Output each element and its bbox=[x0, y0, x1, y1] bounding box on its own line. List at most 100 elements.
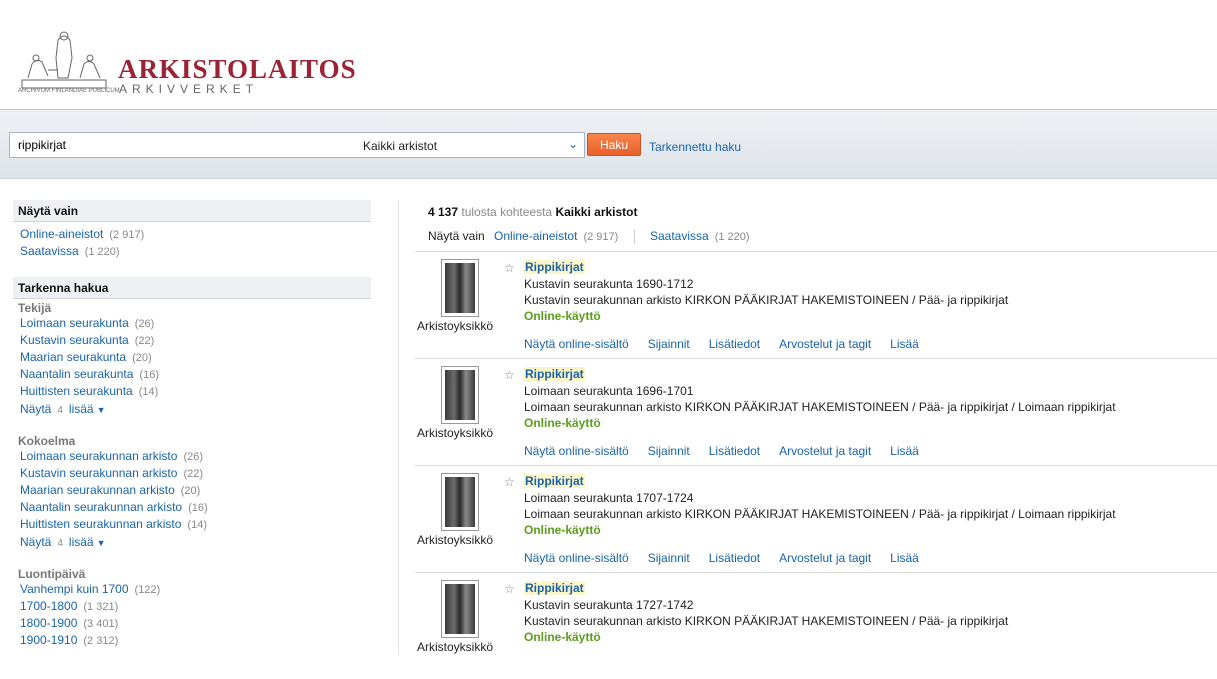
facet-item[interactable]: Maarian seurakunta (20) bbox=[13, 349, 371, 366]
action-details[interactable]: Lisätiedot bbox=[709, 444, 760, 458]
facet-label[interactable]: Maarian seurakunnan arkisto bbox=[20, 483, 175, 497]
action-more[interactable]: Lisää bbox=[890, 337, 919, 351]
result-type: Arkistoyksikkö bbox=[417, 533, 494, 547]
archive-scope-value: Kaikki arkistot bbox=[363, 139, 438, 153]
result-creator: Loimaan seurakunta 1696-1701 bbox=[524, 384, 694, 398]
action-show-online[interactable]: Näytä online-sisältö bbox=[524, 444, 629, 458]
action-locations[interactable]: Sijainnit bbox=[648, 337, 690, 351]
facet-label[interactable]: Maarian seurakunta bbox=[20, 350, 126, 364]
result-thumbnail[interactable] bbox=[441, 580, 479, 638]
facet-item[interactable]: Huittisten seurakunnan arkisto (14) bbox=[13, 516, 371, 533]
filter-online[interactable]: Online-aineistot bbox=[494, 229, 577, 243]
facet-label[interactable]: Loimaan seurakunnan arkisto bbox=[20, 449, 177, 463]
star-icon[interactable]: ☆ bbox=[504, 582, 515, 596]
action-more[interactable]: Lisää bbox=[890, 444, 919, 458]
result-thumbnail[interactable] bbox=[441, 259, 479, 317]
filter-count: (2 917) bbox=[583, 231, 619, 243]
search-button[interactable]: Haku bbox=[587, 133, 641, 156]
result-scope: Kaikki arkistot bbox=[555, 205, 638, 219]
facet-item[interactable]: Kustavin seurakunta (22) bbox=[13, 332, 371, 349]
chevron-down-icon[interactable]: ▼ bbox=[97, 405, 106, 415]
action-more[interactable]: Lisää bbox=[890, 551, 919, 565]
result-path: Kustavin seurakunnan arkisto KIRKON PÄÄK… bbox=[524, 293, 1009, 307]
result-creator: Loimaan seurakunta 1707-1724 bbox=[524, 491, 694, 505]
facet-item[interactable]: Vanhempi kuin 1700 (122) bbox=[13, 581, 371, 598]
facet-item[interactable]: Naantalin seurakunta (16) bbox=[13, 366, 371, 383]
facet-label[interactable]: Vanhempi kuin 1700 bbox=[20, 582, 129, 596]
result-online-status: Online-käyttö bbox=[524, 309, 601, 323]
logo-subtitle: ARKIVVERKET bbox=[119, 82, 259, 96]
action-show-online[interactable]: Näytä online-sisältö bbox=[524, 337, 629, 351]
facet-label[interactable]: Loimaan seurakunta bbox=[20, 316, 129, 330]
action-locations[interactable]: Sijainnit bbox=[648, 444, 690, 458]
facet-item[interactable]: Maarian seurakunnan arkisto (20) bbox=[13, 482, 371, 499]
action-details[interactable]: Lisätiedot bbox=[709, 551, 760, 565]
chevron-down-icon[interactable]: ▼ bbox=[97, 538, 106, 548]
show-more-more[interactable]: lisää bbox=[69, 402, 94, 416]
facet-item[interactable]: Loimaan seurakunta (26) bbox=[13, 315, 371, 332]
refine-heading: Tarkenna hakua bbox=[13, 277, 371, 299]
result-item: Arkistoyksikkö ☆ Rippikirjat Loimaan seu… bbox=[415, 358, 1217, 465]
result-actions: Näytä online-sisältö Sijainnit Lisätiedot A… bbox=[524, 337, 938, 351]
facet-item[interactable]: Kustavin seurakunnan arkisto (22) bbox=[13, 465, 371, 482]
result-path: Loimaan seurakunnan arkisto KIRKON PÄÄKI… bbox=[524, 507, 1116, 521]
filter-available[interactable]: Saatavissa bbox=[650, 229, 709, 243]
show-more-more[interactable]: lisää bbox=[69, 535, 94, 549]
result-title[interactable]: Rippikirjat bbox=[524, 474, 585, 488]
search-input[interactable] bbox=[9, 132, 357, 158]
result-filter-bar: Näytä vain Online-aineistot (2 917) Saata… bbox=[428, 229, 750, 244]
arkistolaitos-logo[interactable]: ARKISTOLAITOS ARKIVVERKET ARCHIVUM FINLA… bbox=[18, 30, 356, 100]
result-type: Arkistoyksikkö bbox=[417, 319, 494, 333]
result-list: Arkistoyksikkö ☆ Rippikirjat Kustavin se… bbox=[415, 251, 1217, 679]
action-show-online[interactable]: Näytä online-sisältö bbox=[524, 551, 629, 565]
facet-label[interactable]: Kustavin seurakunnan arkisto bbox=[20, 466, 177, 480]
action-locations[interactable]: Sijainnit bbox=[648, 551, 690, 565]
result-creator: Kustavin seurakunta 1690-1712 bbox=[524, 277, 694, 291]
facet-item[interactable]: 1800-1900 (3 401) bbox=[13, 615, 371, 632]
logo-latin: ARCHIVUM FINLANDIAE PUBLICUM bbox=[18, 88, 120, 94]
facet-label[interactable]: Saatavissa bbox=[20, 244, 79, 258]
show-more-label[interactable]: Näytä bbox=[20, 535, 51, 549]
star-icon[interactable]: ☆ bbox=[504, 475, 515, 489]
result-thumbnail[interactable] bbox=[441, 366, 479, 424]
star-icon[interactable]: ☆ bbox=[504, 261, 515, 275]
star-icon[interactable]: ☆ bbox=[504, 368, 515, 382]
facet-label[interactable]: Huittisten seurakunta bbox=[20, 384, 133, 398]
show-more-label[interactable]: Näytä bbox=[20, 402, 51, 416]
action-reviews-tags[interactable]: Arvostelut ja tagit bbox=[779, 337, 871, 351]
logo-statue-icon bbox=[21, 31, 107, 89]
action-details[interactable]: Lisätiedot bbox=[709, 337, 760, 351]
facet-item[interactable]: 1900-1910 (2 312) bbox=[13, 632, 371, 649]
advanced-search-link[interactable]: Tarkennettu haku bbox=[649, 140, 741, 154]
facet-label[interactable]: 1900-1910 bbox=[20, 633, 77, 647]
show-more-collection[interactable]: Näytä 4 lisää ▼ bbox=[13, 533, 371, 551]
result-title[interactable]: Rippikirjat bbox=[524, 367, 585, 381]
facet-available[interactable]: Saatavissa (1 220) bbox=[13, 243, 371, 260]
archive-scope-select[interactable]: Kaikki arkistot ⌄ bbox=[356, 132, 585, 158]
facet-item[interactable]: 1700-1800 (1 321) bbox=[13, 598, 371, 615]
facet-item[interactable]: Loimaan seurakunnan arkisto (26) bbox=[13, 448, 371, 465]
header: ARKISTOLAITOS ARKIVVERKET ARCHIVUM FINLA… bbox=[0, 0, 1217, 109]
chevron-down-icon: ⌄ bbox=[567, 137, 578, 151]
show-more-author[interactable]: Näytä 4 lisää ▼ bbox=[13, 400, 371, 418]
facet-count: (22) bbox=[134, 335, 155, 347]
facet-label[interactable]: 1800-1900 bbox=[20, 616, 77, 630]
result-title[interactable]: Rippikirjat bbox=[524, 581, 585, 595]
facet-item[interactable]: Naantalin seurakunnan arkisto (16) bbox=[13, 499, 371, 516]
facet-item[interactable]: Huittisten seurakunta (14) bbox=[13, 383, 371, 400]
result-thumbnail[interactable] bbox=[441, 473, 479, 531]
result-actions: Näytä online-sisältö Sijainnit Lisätiedot A… bbox=[524, 551, 938, 565]
facet-label[interactable]: Naantalin seurakunnan arkisto bbox=[20, 500, 182, 514]
action-reviews-tags[interactable]: Arvostelut ja tagit bbox=[779, 444, 871, 458]
result-title[interactable]: Rippikirjat bbox=[524, 260, 585, 274]
group-title-collection: Kokoelma bbox=[18, 434, 76, 448]
facet-label[interactable]: Online-aineistot bbox=[20, 227, 103, 241]
action-reviews-tags[interactable]: Arvostelut ja tagit bbox=[779, 551, 871, 565]
facet-label[interactable]: 1700-1800 bbox=[20, 599, 77, 613]
facet-label[interactable]: Kustavin seurakunta bbox=[20, 333, 129, 347]
filter-divider bbox=[633, 229, 635, 244]
facet-label[interactable]: Naantalin seurakunta bbox=[20, 367, 133, 381]
facet-label[interactable]: Huittisten seurakunnan arkisto bbox=[20, 517, 181, 531]
facet-count: (16) bbox=[139, 369, 159, 381]
facet-online[interactable]: Online-aineistot (2 917) bbox=[13, 226, 371, 243]
